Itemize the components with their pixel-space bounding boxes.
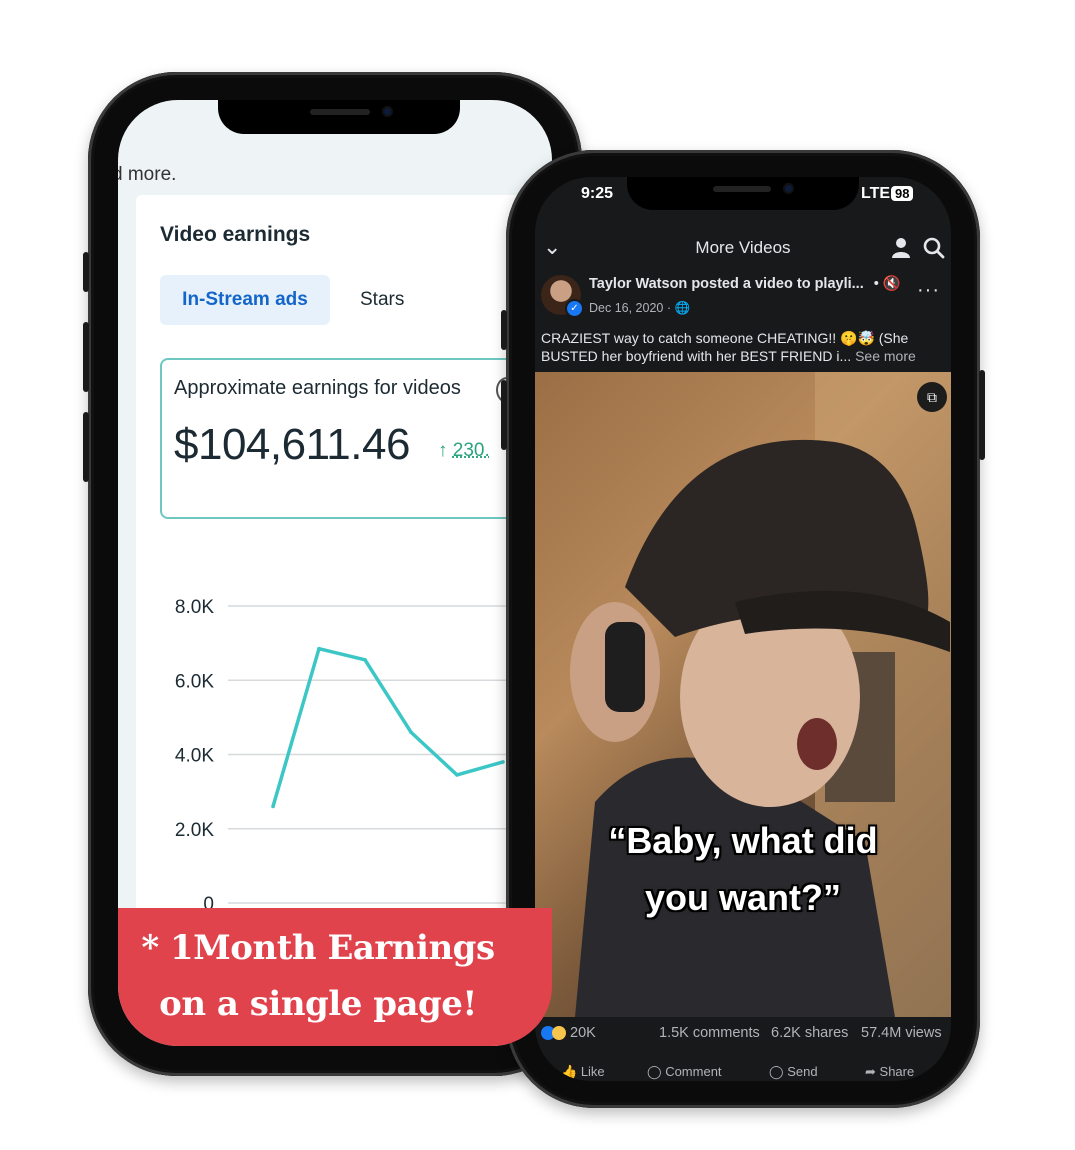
phone-side-button: [83, 322, 89, 392]
share-icon: ➦: [865, 1064, 876, 1079]
post-stats: 20K 1.5K comments 6.2K shares 57.4M view…: [535, 1025, 951, 1049]
phone-right: 9:25 LTE 98 ⌄ More Videos ✓ Taylor Watso…: [501, 150, 985, 1108]
card-title: Video earnings: [160, 223, 311, 246]
comments-count[interactable]: 1.5K comments: [659, 1025, 760, 1041]
chart-y-tick-label: 8.0K: [175, 597, 214, 618]
post-author[interactable]: Taylor Watson posted a video to playli..…: [589, 275, 901, 292]
top-bar: ⌄ More Videos: [535, 232, 951, 266]
chart-data-point: [363, 658, 367, 662]
promo-banner: * 1Month Earnings on a single page!: [118, 908, 552, 1046]
like-label: Like: [580, 1064, 605, 1079]
battery-icon: 98: [891, 186, 914, 201]
chart-y-tick-label: 6.0K: [175, 671, 214, 692]
comment-icon: ◯: [647, 1064, 662, 1079]
video-player[interactable]: ⧉ “Baby, what did you want?”: [535, 372, 951, 1017]
phone-side-button: [83, 252, 89, 292]
video-caption-line-1: “Baby, what did: [608, 820, 878, 861]
post-date: Dec 16, 2020 · 🌐: [589, 301, 690, 316]
phone-notch: [218, 100, 460, 134]
see-more-link[interactable]: See more: [855, 348, 916, 364]
tab-stars[interactable]: Stars: [346, 275, 440, 325]
like-button[interactable]: 👍 Like: [561, 1064, 605, 1080]
post-author-dot: •: [873, 276, 879, 292]
chart-y-tick-label: 2.0K: [175, 820, 214, 841]
video-frame: [570, 372, 951, 1017]
tab-in-stream-ads[interactable]: In-Stream ads: [160, 275, 330, 325]
chart-data-point: [455, 773, 459, 777]
search-icon[interactable]: [923, 237, 945, 259]
video-caption-line-2: you want?”: [645, 877, 841, 918]
phone-side-button: [979, 370, 985, 460]
earnings-line-chart: 8.0K6.0K4.0K2.0K0Nov 3: [175, 597, 552, 920]
post-actions: 👍 Like ◯ Comment ◯ Send ➦ Share: [535, 1060, 951, 1081]
comment-button[interactable]: ◯ Comment: [647, 1064, 722, 1080]
send-label: Send: [787, 1064, 818, 1079]
verified-badge-icon: ✓: [565, 299, 584, 318]
chart-data-point: [409, 730, 413, 735]
laugh-reaction-icon: [552, 1026, 566, 1041]
chart-data-point: [317, 646, 321, 651]
comment-label: Comment: [665, 1064, 722, 1079]
phone-side-button: [501, 310, 507, 350]
video-screen: 9:25 LTE 98 ⌄ More Videos ✓ Taylor Watso…: [535, 177, 951, 1081]
picture-in-picture-icon[interactable]: ⧉: [917, 382, 947, 412]
top-bar-title: More Videos: [695, 238, 791, 257]
messenger-icon: ◯: [769, 1064, 784, 1079]
earnings-label: Approximate earnings for videos: [174, 377, 461, 399]
post-header: ✓ Taylor Watson posted a video to playli…: [535, 273, 951, 333]
status-network: LTE: [861, 185, 891, 202]
chart-data-point: [271, 804, 275, 809]
chart-data-point: [501, 760, 505, 764]
earnings-summary-box: Approximate earnings for videos $104,611…: [160, 358, 524, 519]
mute-icon[interactable]: 🔇: [883, 276, 901, 292]
chart-y-tick-label: 4.0K: [175, 746, 214, 767]
earnings-screen: d more. Video earnings In-Stream ads Sta…: [118, 100, 552, 1046]
arrow-up-icon: ↑: [438, 440, 448, 461]
more-options-icon[interactable]: ···: [917, 279, 940, 302]
banner-line-2: on a single page!: [159, 984, 477, 1024]
post-author-text: Taylor Watson posted a video to playli..…: [589, 276, 864, 292]
status-battery: 98: [891, 185, 914, 203]
post-text-line-2: BUSTED her boyfriend with her BEST FRIEN…: [541, 348, 852, 364]
banner-line-1: * 1Month Earnings: [141, 928, 495, 968]
phone-notch: [627, 177, 859, 210]
overflow-text: d more.: [118, 164, 177, 185]
send-button[interactable]: ◯ Send: [769, 1064, 818, 1080]
share-label: Share: [879, 1064, 915, 1079]
profile-icon[interactable]: [891, 237, 911, 259]
post-date-text: Dec 16, 2020 ·: [589, 301, 675, 315]
globe-icon: 🌐: [674, 301, 691, 315]
thumbs-up-icon: 👍: [561, 1064, 578, 1079]
chart-series-line: [271, 646, 504, 807]
views-count: 57.4M views: [861, 1025, 942, 1041]
phone-side-button: [501, 380, 507, 450]
earnings-value: $104,611.46: [174, 420, 410, 469]
earnings-change[interactable]: ↑ 230.: [438, 440, 490, 462]
reaction-count: 20K: [570, 1025, 596, 1041]
earnings-change-value: 230.: [452, 440, 490, 461]
status-time: 9:25: [581, 185, 614, 202]
shares-count[interactable]: 6.2K shares: [771, 1025, 848, 1041]
phone-side-button: [83, 412, 89, 482]
share-button[interactable]: ➦ Share: [865, 1064, 914, 1080]
post-text: CRAZIEST way to catch someone CHEATING!!…: [541, 329, 945, 365]
post-text-line-1: CRAZIEST way to catch someone CHEATING!!…: [541, 330, 909, 346]
